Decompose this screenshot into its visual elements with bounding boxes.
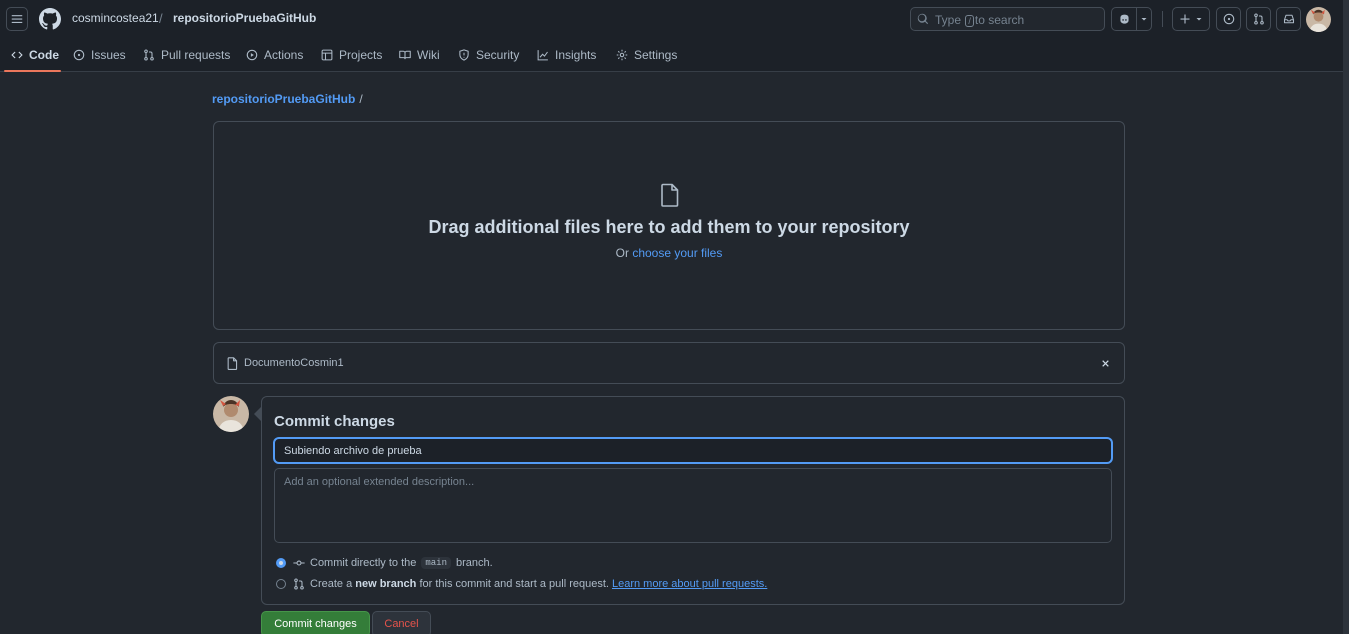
uploaded-file-name: DocumentoCosmin1 [244, 357, 344, 369]
issue-opened-icon [73, 49, 85, 61]
learn-more-pull-requests-link[interactable]: Learn more about pull requests. [612, 578, 767, 590]
dropzone-title: Drag additional files here to add them t… [428, 217, 910, 237]
breadcrumb-separator: / [359, 92, 363, 106]
tab-label: Wiki [417, 48, 440, 62]
chevron-down-icon [1141, 18, 1147, 21]
repo-nav-tabs: Code Issues Pull requests Actions Projec… [0, 38, 1349, 72]
commit-direct-text: Commit directly to the [310, 557, 417, 569]
create-new-button[interactable] [1172, 7, 1210, 31]
hamburger-menu-icon [11, 15, 23, 23]
git-pull-request-icon [293, 578, 305, 590]
page-scrollbar[interactable] [1343, 0, 1349, 634]
copilot-dropdown-button[interactable] [1136, 7, 1152, 31]
inbox-button[interactable] [1276, 7, 1301, 31]
branch-name: main [421, 557, 451, 569]
header-divider [1162, 11, 1163, 27]
tab-insights[interactable]: Insights [537, 38, 596, 72]
search-placeholder: Type / to search [935, 13, 1024, 27]
plus-icon [1180, 14, 1190, 24]
commit-form: Commit changes Commit directly to the ma… [261, 396, 1125, 605]
shield-icon [459, 49, 469, 61]
header-top-bar: cosmincostea21 / repositorioPruebaGitHub… [0, 0, 1349, 38]
git-commit-icon [293, 557, 305, 569]
copilot-button[interactable] [1111, 7, 1137, 31]
git-pull-request-icon [144, 49, 154, 61]
commit-direct-radio[interactable] [276, 558, 286, 568]
commit-new-branch-radio[interactable] [276, 579, 286, 589]
tab-security[interactable]: Security [458, 38, 519, 72]
copilot-icon [1119, 14, 1129, 24]
avatar-image [213, 396, 249, 432]
tab-issues[interactable]: Issues [73, 38, 126, 72]
code-icon [11, 51, 23, 59]
cancel-button[interactable]: Cancel [372, 611, 431, 634]
header-repo-link[interactable]: repositorioPruebaGitHub [173, 11, 316, 25]
commit-summary-input[interactable] [274, 438, 1112, 463]
app-header: cosmincostea21 / repositorioPruebaGitHub… [0, 0, 1349, 72]
commit-box-pointer [254, 407, 261, 421]
search-input[interactable]: Type / to search [910, 7, 1105, 31]
tab-label: Code [29, 48, 59, 62]
search-icon [917, 13, 929, 25]
close-icon [1101, 359, 1109, 367]
commit-direct-option[interactable]: Commit directly to the main branch. [276, 555, 493, 571]
commit-form-title: Commit changes [274, 413, 395, 430]
pull-requests-button[interactable] [1246, 7, 1271, 31]
tab-pull-requests[interactable]: Pull requests [143, 38, 230, 72]
active-tab-indicator [4, 70, 61, 72]
pull-requests-icon [1253, 13, 1264, 25]
table-icon [321, 49, 333, 61]
issues-icon [1223, 13, 1234, 25]
tab-label: Actions [264, 48, 304, 62]
header-owner-link[interactable]: cosmincostea21 [72, 11, 159, 25]
choose-files-link[interactable]: choose your files [632, 246, 722, 260]
search-shortcut-key: / [965, 15, 974, 27]
github-logo-icon[interactable] [39, 8, 61, 30]
commit-changes-button[interactable]: Commit changes [261, 611, 370, 634]
hamburger-menu-button[interactable] [6, 7, 28, 31]
search-placeholder-suffix: to search [974, 13, 1025, 27]
tab-label: Projects [339, 48, 383, 62]
gear-icon [616, 49, 628, 61]
file-icon [227, 357, 238, 370]
book-icon [399, 50, 411, 60]
tab-actions[interactable]: Actions [246, 38, 303, 72]
commit-author-avatar [213, 396, 249, 432]
search-placeholder-prefix: Type [935, 13, 962, 27]
breadcrumb-repo-link[interactable]: repositorioPruebaGitHub [212, 92, 355, 106]
avatar[interactable] [1306, 7, 1331, 32]
inbox-icon [1283, 14, 1294, 24]
file-dropzone[interactable]: Drag additional files here to add them t… [213, 121, 1125, 330]
tab-label: Security [476, 48, 520, 62]
graph-icon [537, 50, 548, 61]
tab-settings[interactable]: Settings [616, 38, 677, 72]
commit-direct-suffix: branch. [455, 557, 493, 569]
remove-file-button[interactable] [1098, 356, 1112, 370]
dropzone-or-text: Or [615, 246, 629, 260]
avatar-image [1306, 7, 1331, 32]
tab-label: Insights [555, 48, 597, 62]
header-breadcrumb-separator: / [159, 11, 163, 26]
new-branch-prefix: Create a [310, 578, 353, 590]
chevron-down-icon [1196, 18, 1202, 21]
new-branch-suffix: for this commit and start a pull request… [419, 578, 609, 590]
tab-label: Settings [634, 48, 678, 62]
tab-label: Pull requests [161, 48, 231, 62]
tab-projects[interactable]: Projects [321, 38, 382, 72]
dropzone-subtitle: Or choose your files [214, 246, 1124, 260]
file-icon [661, 183, 679, 207]
uploaded-file-row: DocumentoCosmin1 [213, 342, 1125, 384]
commit-new-branch-option[interactable]: Create a new branch for this commit and … [276, 576, 767, 592]
new-branch-bold: new branch [355, 578, 417, 590]
tab-wiki[interactable]: Wiki [399, 38, 440, 72]
commit-description-textarea[interactable] [274, 468, 1112, 543]
breadcrumb: repositorioPruebaGitHub / [212, 92, 363, 106]
tab-label: Issues [91, 48, 126, 62]
play-icon [246, 49, 258, 61]
tab-code[interactable]: Code [11, 38, 59, 72]
issues-button[interactable] [1216, 7, 1241, 31]
